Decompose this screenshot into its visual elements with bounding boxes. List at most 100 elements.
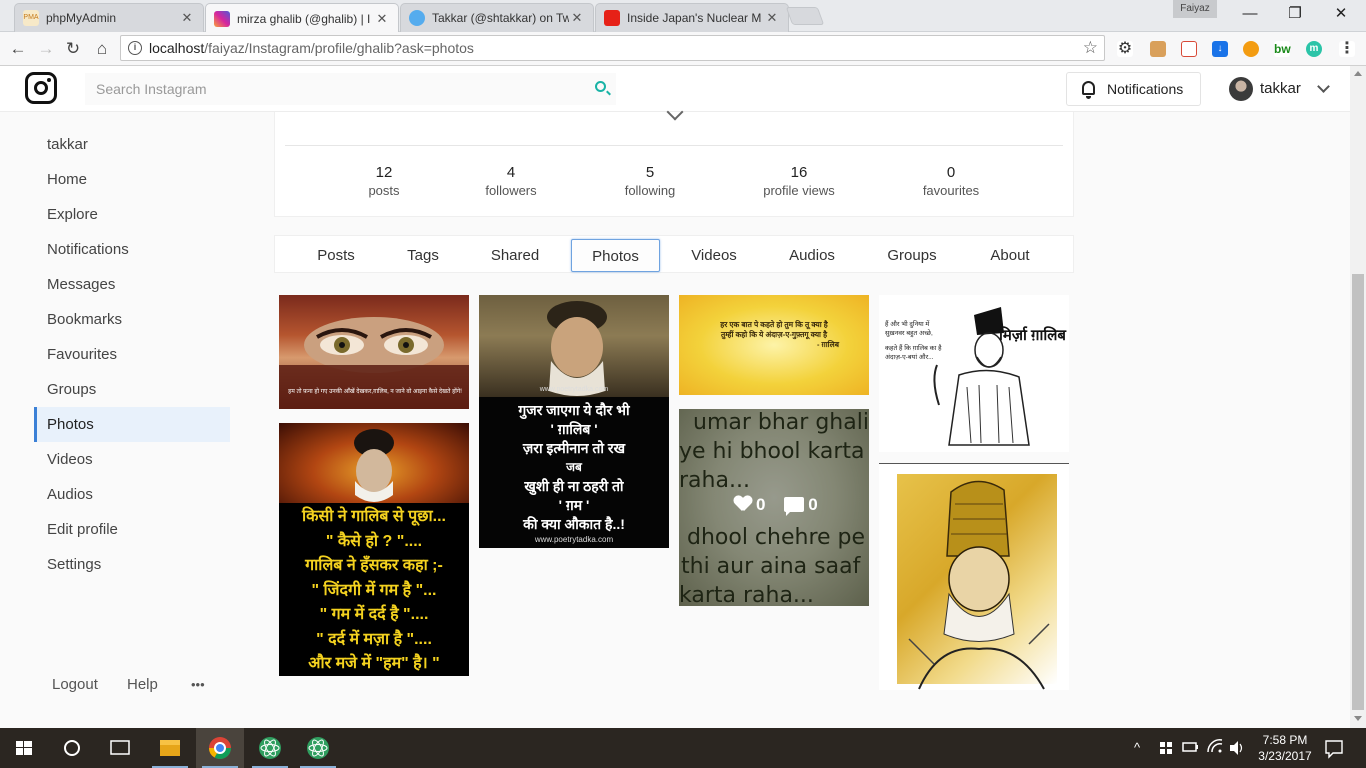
sidebar-item-messages[interactable]: Messages <box>34 267 230 302</box>
windows-start-icon[interactable] <box>0 728 48 768</box>
stat-following[interactable]: 5 following <box>590 164 710 198</box>
sidebar-item-bookmarks[interactable]: Bookmarks <box>34 302 230 337</box>
scrollbar-thumb[interactable] <box>1352 274 1364 710</box>
download-icon[interactable]: ↓ <box>1212 41 1228 57</box>
sidebar-item-videos[interactable]: Videos <box>34 442 230 477</box>
tab-about[interactable]: About <box>975 239 1045 272</box>
more-options-icon[interactable]: ••• <box>191 677 205 692</box>
scroll-up-arrow[interactable] <box>1354 71 1362 76</box>
sidebar-item-groups[interactable]: Groups <box>34 372 230 407</box>
close-window-icon[interactable]: ✕ <box>1318 0 1364 28</box>
extension-icon[interactable] <box>1150 41 1166 57</box>
address-bar[interactable]: i localhost/faiyaz/Instagram/profile/gha… <box>120 35 1105 61</box>
tab-photos[interactable]: Photos <box>571 239 660 272</box>
photo-thumbnail[interactable]: www.poetrytadka.com गुजर जाएगा ये दौर भी… <box>479 295 669 548</box>
sidebar-item-settings[interactable]: Settings <box>34 547 230 582</box>
search-icon[interactable] <box>595 81 606 92</box>
photo-thumbnail[interactable] <box>879 463 1069 690</box>
tab-groups[interactable]: Groups <box>877 239 947 272</box>
help-link[interactable]: Help <box>127 676 158 693</box>
scroll-down-arrow[interactable] <box>1354 716 1362 721</box>
portrait-art <box>547 301 607 396</box>
heart-icon[interactable] <box>734 496 752 512</box>
home-icon[interactable]: ⌂ <box>89 36 115 62</box>
browser-toolbar: ← → ↻ ⌂ i localhost/faiyaz/Instagram/pro… <box>0 32 1366 66</box>
back-icon[interactable]: ← <box>5 36 31 62</box>
menu-icon[interactable]: ⋮ <box>1339 41 1355 57</box>
minimize-icon[interactable]: — <box>1227 0 1273 28</box>
dropbox-icon[interactable] <box>1157 728 1175 768</box>
tab-tags[interactable]: Tags <box>389 239 457 272</box>
chevron-down-icon[interactable] <box>1317 80 1330 93</box>
sidebar-item-explore[interactable]: Explore <box>34 197 230 232</box>
browser-tab-twitter[interactable]: Takkar (@shtakkar) on Tw ✕ <box>400 3 594 32</box>
avatar <box>1229 77 1253 101</box>
chrome-icon[interactable] <box>196 728 244 768</box>
bookmark-star-icon[interactable]: ☆ <box>1083 36 1098 60</box>
atom-editor-icon[interactable] <box>294 728 342 768</box>
browser-tab-phpmyadmin[interactable]: PMA phpMyAdmin ✕ <box>14 3 204 32</box>
photo-thumbnail[interactable]: हैं और भी दुनिया में सुख़नवर बहुत अच्छे,… <box>879 295 1069 452</box>
notifications-button[interactable]: Notifications <box>1066 72 1201 106</box>
new-tab-button[interactable] <box>785 7 825 25</box>
action-center-icon[interactable] <box>1324 728 1344 768</box>
browser-tab-strip: PMA phpMyAdmin ✕ mirza ghalib (@ghalib) … <box>0 0 1366 33</box>
instagram-logo-icon[interactable] <box>25 72 57 104</box>
tab-audios[interactable]: Audios <box>777 239 847 272</box>
volume-icon[interactable] <box>1228 728 1246 768</box>
battery-icon[interactable] <box>1181 728 1199 768</box>
sidebar-nav: takkar Home Explore Notifications Messag… <box>34 127 230 582</box>
sidebar-item-notifications[interactable]: Notifications <box>34 232 230 267</box>
user-menu[interactable]: takkar <box>1229 75 1301 103</box>
restore-icon[interactable]: ❐ <box>1272 0 1318 28</box>
browser-tab-instagram[interactable]: mirza ghalib (@ghalib) | I ✕ <box>205 3 399 33</box>
extension-icon[interactable]: bw <box>1274 41 1291 57</box>
extension-icon[interactable]: m <box>1306 41 1322 57</box>
photo-thumbnail[interactable]: किसी ने गालिब से पूछा... " कैसे हो ? "..… <box>279 423 469 676</box>
close-tab-icon[interactable]: ✕ <box>374 11 390 27</box>
photo-art <box>279 423 469 503</box>
photo-thumbnail[interactable]: हम तो फ़ना हो गए उनकी आँखें देखकर,ग़ालिब… <box>279 295 469 409</box>
chevron-up-icon[interactable]: ^ <box>1134 728 1140 768</box>
stat-favourites[interactable]: 0 favourites <box>891 164 1011 198</box>
phpmyadmin-icon: PMA <box>23 10 39 26</box>
search-input[interactable]: Search Instagram <box>85 73 616 105</box>
wifi-icon[interactable] <box>1206 728 1224 768</box>
extension-icon[interactable] <box>1181 41 1197 57</box>
settings-gear-icon[interactable]: ⚙ <box>1117 41 1133 57</box>
stat-profile-views[interactable]: 16 profile views <box>739 164 859 198</box>
stat-posts[interactable]: 12 posts <box>324 164 444 198</box>
sidebar-item-photos[interactable]: Photos <box>34 407 230 442</box>
sidebar-item-home[interactable]: Home <box>34 162 230 197</box>
logout-link[interactable]: Logout <box>52 676 98 693</box>
photo-thumbnail[interactable]: umar bhar ghalib ye hi bhool karta raha.… <box>679 409 869 606</box>
sidebar-item-favourites[interactable]: Favourites <box>34 337 230 372</box>
youtube-icon <box>604 10 620 26</box>
system-clock[interactable]: 7:58 PM 3/23/2017 <box>1250 732 1320 764</box>
close-tab-icon[interactable]: ✕ <box>569 10 585 26</box>
sidebar-item-profile[interactable]: takkar <box>34 127 230 162</box>
sidebar-item-edit-profile[interactable]: Edit profile <box>34 512 230 547</box>
cortana-search-icon[interactable] <box>48 728 96 768</box>
sidebar-item-audios[interactable]: Audios <box>34 477 230 512</box>
comment-icon[interactable] <box>784 497 805 516</box>
browser-profile-badge[interactable]: Faiyaz <box>1173 0 1217 18</box>
reload-icon[interactable]: ↻ <box>60 36 86 62</box>
portrait-art <box>354 429 394 502</box>
tab-shared[interactable]: Shared <box>480 239 550 272</box>
forward-icon[interactable]: → <box>33 36 59 62</box>
tab-posts[interactable]: Posts <box>301 239 371 272</box>
extension-icon[interactable] <box>1243 41 1259 57</box>
close-tab-icon[interactable]: ✕ <box>179 10 195 26</box>
file-explorer-icon[interactable] <box>146 728 194 768</box>
photo-thumbnail[interactable]: हर एक बात पे कहते हो तुम कि तू क्या है त… <box>679 295 869 395</box>
site-info-icon[interactable]: i <box>128 41 142 55</box>
page-scrollbar[interactable] <box>1350 66 1366 728</box>
task-view-icon[interactable] <box>96 728 144 768</box>
stat-followers[interactable]: 4 followers <box>451 164 571 198</box>
photo-art: www.poetrytadka.com <box>479 295 669 397</box>
tab-videos[interactable]: Videos <box>679 239 749 272</box>
atom-editor-icon[interactable] <box>246 728 294 768</box>
close-tab-icon[interactable]: ✕ <box>764 10 780 26</box>
browser-tab-youtube[interactable]: Inside Japan's Nuclear M ✕ <box>595 3 789 32</box>
